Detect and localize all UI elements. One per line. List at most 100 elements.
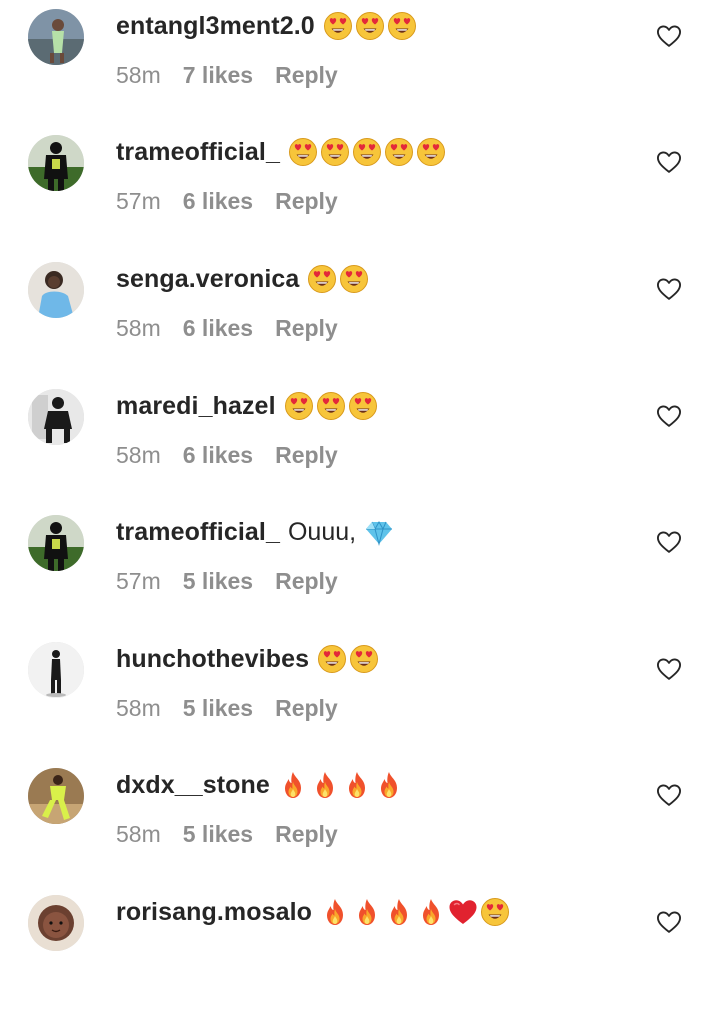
comment-emojis bbox=[364, 517, 394, 547]
comment-item: rorisang.mosalo bbox=[0, 886, 720, 1012]
avatar-photo bbox=[28, 515, 84, 571]
comment-line: trameofficial_ Ouuu, bbox=[116, 514, 394, 550]
like-heart-icon[interactable] bbox=[655, 781, 683, 809]
fire-emoji bbox=[416, 897, 446, 927]
heart-eyes-emoji bbox=[323, 11, 353, 41]
comment-emojis bbox=[278, 770, 404, 800]
avatar-photo bbox=[28, 642, 84, 698]
comment-time: 58m bbox=[116, 820, 161, 847]
comment-username[interactable]: trameofficial_ bbox=[116, 138, 280, 167]
heart-eyes-emoji bbox=[316, 391, 346, 421]
heart-eyes-emoji bbox=[416, 137, 446, 167]
comment-line: rorisang.mosalo bbox=[116, 894, 510, 930]
fire-emoji bbox=[342, 770, 372, 800]
reply-button[interactable]: Reply bbox=[275, 188, 338, 215]
heart-eyes-emoji bbox=[355, 11, 385, 41]
like-heart-icon[interactable] bbox=[655, 655, 683, 683]
comment-username[interactable]: entangl3ment2.0 bbox=[116, 12, 315, 41]
avatar[interactable] bbox=[28, 9, 84, 65]
comment-line: trameofficial_ bbox=[116, 134, 446, 170]
like-heart-icon[interactable] bbox=[655, 22, 683, 50]
comment-likes[interactable]: 5 likes bbox=[183, 821, 253, 848]
comment-username[interactable]: hunchothevibes bbox=[116, 645, 309, 674]
avatar[interactable] bbox=[28, 768, 84, 824]
comment-item: dxdx__stone 58m 5 likes Reply bbox=[0, 759, 720, 885]
like-heart-icon[interactable] bbox=[655, 908, 683, 936]
comment-likes[interactable]: 7 likes bbox=[183, 62, 253, 89]
reply-button[interactable]: Reply bbox=[275, 695, 338, 722]
heart-eyes-emoji bbox=[339, 264, 369, 294]
comment-emojis bbox=[307, 264, 369, 294]
reply-button[interactable]: Reply bbox=[275, 821, 338, 848]
comment-item: maredi_hazel 58m 6 likes Reply bbox=[0, 380, 720, 506]
comment-likes[interactable]: 6 likes bbox=[183, 188, 253, 215]
comment-username[interactable]: trameofficial_ bbox=[116, 518, 280, 547]
avatar[interactable] bbox=[28, 262, 84, 318]
heart-eyes-emoji bbox=[284, 391, 314, 421]
avatar-photo bbox=[28, 895, 84, 951]
avatar[interactable] bbox=[28, 515, 84, 571]
comment-time: 58m bbox=[116, 441, 161, 468]
comment-meta: 57m 5 likes Reply bbox=[116, 566, 338, 596]
red-heart-emoji bbox=[448, 897, 478, 927]
comment-time: 58m bbox=[116, 694, 161, 721]
gem-emoji bbox=[364, 517, 394, 547]
comment-username[interactable]: maredi_hazel bbox=[116, 392, 276, 421]
comment-item: entangl3ment2.0 58m 7 likes Reply bbox=[0, 0, 720, 126]
comment-username[interactable]: senga.veronica bbox=[116, 265, 299, 294]
heart-eyes-emoji bbox=[288, 137, 318, 167]
reply-button[interactable]: Reply bbox=[275, 62, 338, 89]
like-heart-icon[interactable] bbox=[655, 402, 683, 430]
comment-line: entangl3ment2.0 bbox=[116, 8, 417, 44]
reply-button[interactable]: Reply bbox=[275, 568, 338, 595]
like-heart-icon[interactable] bbox=[655, 528, 683, 556]
avatar[interactable] bbox=[28, 895, 84, 951]
heart-eyes-emoji bbox=[317, 644, 347, 674]
comment-line: senga.veronica bbox=[116, 261, 369, 297]
comment-meta: 58m 5 likes Reply bbox=[116, 693, 338, 723]
comment-emojis bbox=[320, 897, 510, 927]
reply-button[interactable]: Reply bbox=[275, 315, 338, 342]
heart-eyes-emoji bbox=[320, 137, 350, 167]
comment-likes[interactable]: 5 likes bbox=[183, 568, 253, 595]
fire-emoji bbox=[310, 770, 340, 800]
comment-username[interactable]: rorisang.mosalo bbox=[116, 898, 312, 927]
comment-meta: 58m 7 likes Reply bbox=[116, 60, 338, 90]
avatar-photo bbox=[28, 9, 84, 65]
comment-meta: 58m 6 likes Reply bbox=[116, 313, 338, 343]
comment-item: hunchothevibes 58m 5 likes Reply bbox=[0, 633, 720, 759]
comment-likes[interactable]: 6 likes bbox=[183, 315, 253, 342]
comment-emojis bbox=[288, 137, 446, 167]
heart-eyes-emoji bbox=[307, 264, 337, 294]
fire-emoji bbox=[374, 770, 404, 800]
avatar[interactable] bbox=[28, 389, 84, 445]
comment-meta: 58m 5 likes Reply bbox=[116, 819, 338, 849]
like-heart-icon[interactable] bbox=[655, 275, 683, 303]
comment-item: trameofficial_ 57m 6 likes Reply bbox=[0, 126, 720, 252]
comment-time: 58m bbox=[116, 61, 161, 88]
fire-emoji bbox=[352, 897, 382, 927]
comment-meta: 57m 6 likes Reply bbox=[116, 186, 338, 216]
avatar-photo bbox=[28, 768, 84, 824]
fire-emoji bbox=[278, 770, 308, 800]
heart-eyes-emoji bbox=[349, 644, 379, 674]
heart-eyes-emoji bbox=[348, 391, 378, 421]
avatar[interactable] bbox=[28, 135, 84, 191]
comment-emojis bbox=[317, 644, 379, 674]
comment-line: hunchothevibes bbox=[116, 641, 379, 677]
comment-text: Ouuu, bbox=[287, 517, 357, 546]
fire-emoji bbox=[384, 897, 414, 927]
avatar-photo bbox=[28, 389, 84, 445]
comment-likes[interactable]: 6 likes bbox=[183, 442, 253, 469]
comment-username[interactable]: dxdx__stone bbox=[116, 771, 270, 800]
comment-emojis bbox=[323, 11, 417, 41]
avatar[interactable] bbox=[28, 642, 84, 698]
comment-likes[interactable]: 5 likes bbox=[183, 695, 253, 722]
comment-meta: 58m 6 likes Reply bbox=[116, 440, 338, 470]
comment-time: 57m bbox=[116, 567, 161, 594]
avatar-photo bbox=[28, 135, 84, 191]
reply-button[interactable]: Reply bbox=[275, 442, 338, 469]
like-heart-icon[interactable] bbox=[655, 148, 683, 176]
comment-time: 57m bbox=[116, 187, 161, 214]
comment-time: 58m bbox=[116, 314, 161, 341]
